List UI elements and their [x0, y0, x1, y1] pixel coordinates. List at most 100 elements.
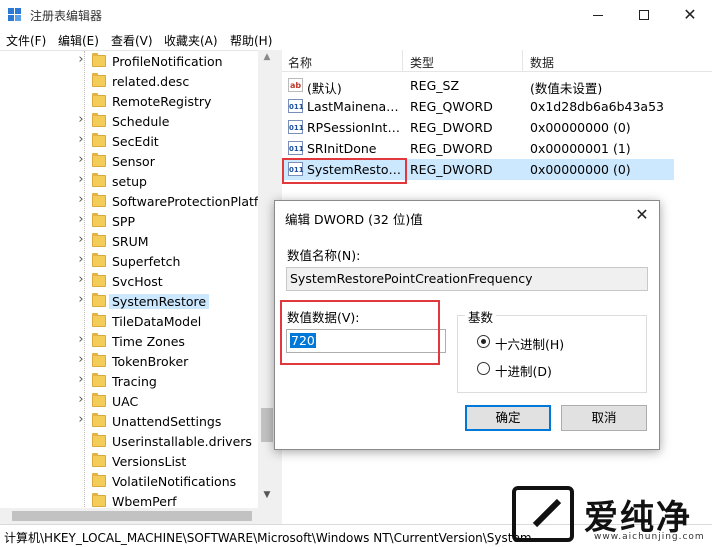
column-data[interactable]: 数据 [530, 54, 554, 71]
folder-icon [92, 253, 106, 267]
value-data: (数值未设置) [530, 81, 603, 96]
tree-item[interactable]: › ProfileNotification [0, 52, 258, 72]
value-row[interactable]: 011 SRInitDone REG_DWORD 0x00000001 (1) [282, 138, 712, 159]
value-type: REG_DWORD [410, 120, 493, 135]
expand-arrow-icon[interactable]: › [76, 192, 86, 207]
value-type: REG_DWORD [410, 141, 493, 156]
menu-favorites[interactable]: 收藏夹(A) [164, 32, 218, 49]
tree-item[interactable]: › Time Zones [0, 332, 258, 352]
dialog-close-button[interactable]: ✕ [631, 205, 653, 225]
folder-icon [92, 73, 106, 87]
tree-item[interactable]: RemoteRegistry [0, 92, 258, 112]
expand-arrow-icon[interactable]: › [76, 272, 86, 287]
tree-item-label: SRUM [112, 234, 149, 249]
expand-arrow-icon[interactable]: › [76, 372, 86, 387]
expand-arrow-icon[interactable]: › [76, 52, 86, 67]
tree-item-label: UAC [112, 394, 139, 409]
minimize-icon [593, 15, 603, 16]
expand-arrow-icon[interactable]: › [76, 172, 86, 187]
h-scroll-thumb[interactable] [12, 511, 252, 521]
tree-item[interactable]: › Schedule [0, 112, 258, 132]
tree-item[interactable]: › UAC [0, 392, 258, 412]
highlight-box-value-name [282, 158, 407, 184]
tree-item[interactable]: related.desc [0, 72, 258, 92]
dialog-title: 编辑 DWORD (32 位)值 [285, 212, 423, 227]
tree-item-label: ProfileNotification [112, 54, 223, 69]
expand-arrow-icon[interactable]: › [76, 252, 86, 267]
expand-arrow-icon[interactable]: › [76, 412, 86, 427]
tree-item-label: Schedule [112, 114, 170, 129]
tree-item[interactable]: VolatileNotifications [0, 472, 258, 492]
value-data: 0x00000000 (0) [530, 162, 631, 177]
tree-horizontal-scrollbar[interactable] [0, 508, 276, 524]
tree-item[interactable]: › SvcHost [0, 272, 258, 292]
folder-icon [92, 293, 106, 307]
radio-hex-label[interactable]: 十六进制(H) [495, 334, 564, 353]
registry-key-tree[interactable]: › ProfileNotification related.desc RemoteRe… [0, 50, 276, 508]
folder-icon [92, 493, 106, 507]
value-row[interactable]: 011RPSessionInterval REG_DWORD 0x00000000 … [282, 117, 712, 138]
tree-item[interactable]: › Tracing [0, 372, 258, 392]
expand-arrow-icon[interactable]: › [76, 152, 86, 167]
tree-item[interactable]: › SPP [0, 212, 258, 232]
ok-button[interactable]: 确定 [465, 405, 551, 431]
base-groupbox [457, 315, 647, 393]
tree-item[interactable]: › SystemRestore [0, 292, 258, 312]
menu-help[interactable]: 帮助(H) [230, 32, 272, 49]
expand-arrow-icon[interactable]: › [76, 112, 86, 127]
expand-arrow-icon[interactable]: › [76, 292, 86, 307]
folder-icon [92, 153, 106, 167]
binary-value-icon: 011 [288, 141, 304, 155]
tree-item-label: Sensor [112, 154, 155, 169]
scroll-up-icon[interactable]: ▲ [258, 52, 276, 68]
tree-item[interactable]: › UnattendSettings [0, 412, 258, 432]
watermark-logo-icon [512, 486, 574, 542]
scroll-thumb[interactable] [261, 408, 273, 442]
tree-item-label: SvcHost [112, 274, 163, 289]
string-value-icon: ab [288, 78, 303, 92]
folder-icon [92, 193, 106, 207]
column-name[interactable]: 名称 [288, 54, 312, 71]
tree-item[interactable]: › Sensor [0, 152, 258, 172]
minimize-button[interactable] [584, 4, 612, 26]
menu-view[interactable]: 查看(V) [111, 32, 153, 49]
tree-item[interactable]: › SoftwareProtectionPlatfor [0, 192, 271, 212]
menu-file[interactable]: 文件(F) [6, 32, 46, 49]
expand-arrow-icon[interactable]: › [76, 232, 86, 247]
folder-icon [92, 393, 106, 407]
value-row[interactable]: 011LastMainenanceTime REG_QWORD 0x1d28db6a… [282, 96, 712, 117]
tree-item[interactable]: › setup [0, 172, 258, 192]
value-row[interactable]: ab (默认) REG_SZ (数值未设置) [282, 75, 712, 96]
menu-bar: 文件(F) 编辑(E) 查看(V) 收藏夹(A) 帮助(H) [0, 30, 712, 50]
tree-item-label: TokenBroker [112, 354, 189, 369]
close-button[interactable]: ✕ [676, 4, 704, 26]
folder-icon [92, 353, 106, 367]
folder-icon [92, 213, 106, 227]
expand-arrow-icon[interactable]: › [76, 352, 86, 367]
tree-item[interactable]: › SRUM [0, 232, 258, 252]
tree-item[interactable]: › Superfetch [0, 252, 258, 272]
expand-arrow-icon[interactable]: › [76, 332, 86, 347]
tree-item-label: VersionsList [112, 454, 187, 469]
tree-item[interactable]: WbemPerf [0, 492, 258, 508]
expand-arrow-icon[interactable]: › [76, 392, 86, 407]
tree-item[interactable]: TileDataModel [0, 312, 258, 332]
maximize-button[interactable] [630, 4, 658, 26]
expand-arrow-icon[interactable]: › [76, 212, 86, 227]
tree-item[interactable]: VersionsList [0, 452, 258, 472]
column-type[interactable]: 类型 [410, 54, 434, 71]
cancel-button[interactable]: 取消 [561, 405, 647, 431]
radio-decimal-label[interactable]: 十进制(D) [495, 361, 552, 380]
list-header: 名称 类型 数据 [282, 50, 712, 72]
scroll-down-icon[interactable]: ▼ [258, 490, 276, 506]
window-title: 注册表编辑器 [30, 9, 103, 23]
expand-arrow-icon[interactable]: › [76, 132, 86, 147]
tree-item[interactable]: Userinstallable.drivers [0, 432, 258, 452]
radio-decimal[interactable] [477, 362, 490, 375]
menu-edit[interactable]: 编辑(E) [58, 32, 99, 49]
tree-item[interactable]: › SecEdit [0, 132, 258, 152]
value-data: 0x1d28db6a6b43a53 [530, 99, 664, 114]
tree-item[interactable]: › TokenBroker [0, 352, 258, 372]
folder-icon [92, 313, 106, 327]
radio-hex[interactable] [477, 335, 490, 348]
